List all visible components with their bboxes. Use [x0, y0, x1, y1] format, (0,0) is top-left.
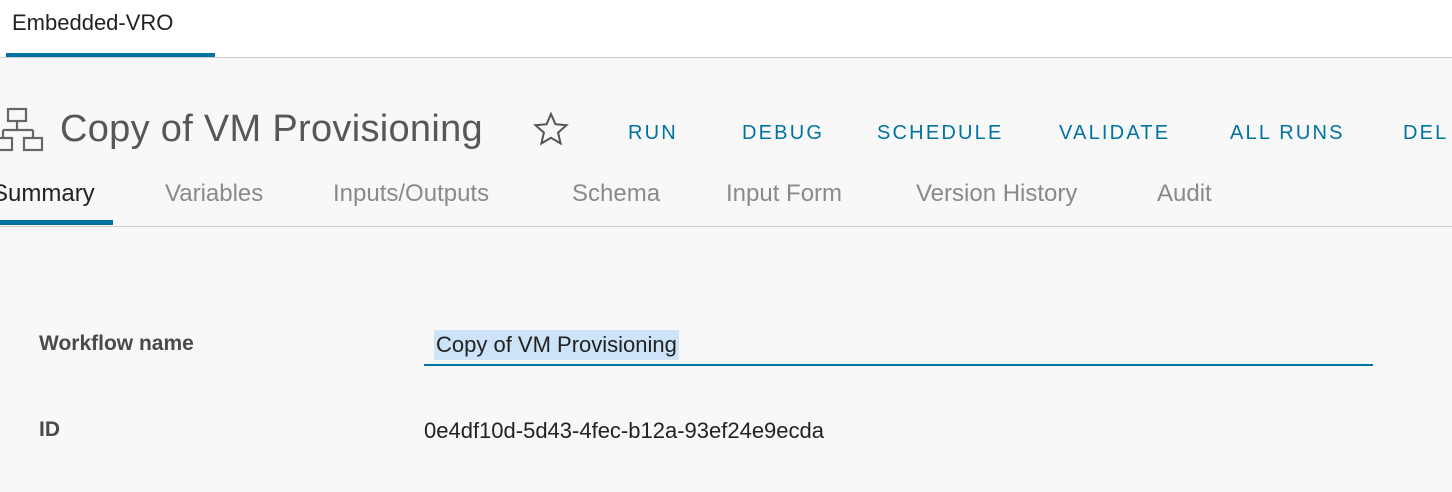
- workflow-header: Copy of VM Provisioning RUN DEBUG SCHEDU…: [0, 58, 1452, 168]
- active-tab-indicator: [0, 220, 113, 225]
- id-value: 0e4df10d-5d43-4fec-b12a-93ef24e9ecda: [424, 418, 824, 443]
- star-icon[interactable]: [533, 111, 569, 147]
- page-title: Copy of VM Provisioning: [60, 108, 483, 150]
- tab-variables[interactable]: Variables: [165, 180, 263, 208]
- tab-embedded-vro-label: Embedded-VRO: [12, 10, 174, 35]
- top-tab-bar: Embedded-VRO: [0, 0, 1452, 58]
- workflow-icon: [0, 107, 44, 152]
- tab-embedded-vro[interactable]: Embedded-VRO: [6, 0, 215, 57]
- tab-version-history[interactable]: Version History: [916, 180, 1077, 208]
- run-button[interactable]: RUN: [628, 122, 678, 145]
- debug-button[interactable]: DEBUG: [742, 122, 824, 145]
- tab-schema[interactable]: Schema: [572, 180, 660, 208]
- workflow-name-value: Copy of VM Provisioning: [434, 330, 679, 360]
- delete-button[interactable]: DEL: [1403, 122, 1449, 145]
- workflow-name-label: Workflow name: [39, 332, 194, 355]
- id-label: ID: [39, 418, 60, 441]
- schedule-button[interactable]: SCHEDULE: [877, 122, 1004, 145]
- workflow-subtabs: Summary Variables Inputs/Outputs Schema …: [0, 168, 1452, 227]
- tab-audit[interactable]: Audit: [1157, 180, 1212, 208]
- tab-input-form[interactable]: Input Form: [726, 180, 842, 208]
- tab-inputs-outputs[interactable]: Inputs/Outputs: [333, 180, 489, 208]
- workflow-name-input[interactable]: Copy of VM Provisioning: [424, 328, 1373, 366]
- tab-summary[interactable]: Summary: [0, 180, 95, 208]
- validate-button[interactable]: VALIDATE: [1059, 122, 1170, 145]
- all-runs-button[interactable]: ALL RUNS: [1230, 122, 1345, 145]
